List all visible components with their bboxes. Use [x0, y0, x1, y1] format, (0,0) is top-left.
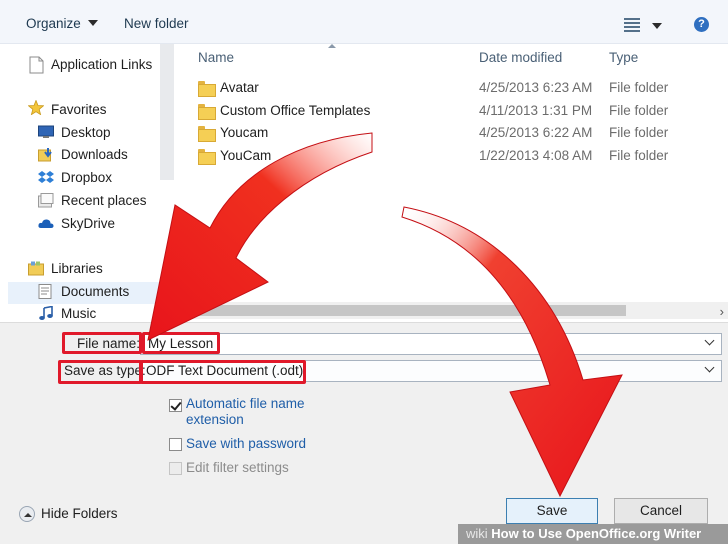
cancel-button[interactable]: Cancel: [614, 498, 708, 524]
column-header-type[interactable]: Type: [609, 50, 638, 65]
auto-extension-label-line1[interactable]: Automatic file name: [186, 396, 305, 411]
scrollbar-thumb[interactable]: [192, 305, 626, 316]
nav-documents[interactable]: Documents: [61, 284, 129, 299]
file-name: YouCam: [220, 148, 272, 163]
sort-ascending-icon: [328, 44, 336, 48]
help-icon[interactable]: ?: [694, 17, 709, 32]
column-header-date[interactable]: Date modified: [479, 50, 562, 65]
chevron-up-icon: [19, 506, 35, 522]
auto-extension-label-line2[interactable]: extension: [186, 412, 244, 427]
folder-icon: [198, 126, 216, 142]
nav-dropbox[interactable]: Dropbox: [61, 170, 112, 185]
nav-favorites[interactable]: Favorites: [51, 102, 107, 117]
desktop-icon: [38, 125, 54, 138]
dropbox-icon: [38, 171, 54, 183]
save-type-label-highlight: [58, 360, 142, 384]
music-icon: [39, 306, 53, 320]
save-button[interactable]: Save: [506, 498, 598, 524]
organize-menu[interactable]: Organize: [26, 16, 98, 31]
file-type: File folder: [609, 103, 669, 118]
chevron-down-icon: [87, 20, 98, 26]
save-type-value-highlight: [140, 360, 306, 384]
nav-skydrive[interactable]: SkyDrive: [61, 216, 115, 231]
libraries-icon: [28, 261, 44, 276]
file-date: 4/25/2013 6:23 AM: [479, 80, 593, 95]
nav-scrollbar[interactable]: [160, 44, 174, 180]
file-type: File folder: [609, 125, 669, 140]
save-form: File name: My Lesson Save as type: ODF T…: [0, 322, 728, 544]
change-view-button[interactable]: [624, 16, 664, 34]
folder-icon: [198, 104, 216, 120]
file-date: 1/22/2013 4:08 AM: [479, 148, 593, 163]
nav-application-links[interactable]: Application Links: [51, 57, 152, 72]
file-row[interactable]: Avatar 4/25/2013 6:23 AM File folder: [196, 79, 728, 101]
file-date: 4/11/2013 1:31 PM: [479, 103, 593, 118]
page-icon: [29, 56, 44, 74]
new-folder-button[interactable]: New folder: [124, 16, 189, 31]
horizontal-scrollbar[interactable]: ›: [182, 302, 728, 319]
navigation-pane: Application Links Favorites Desktop Down…: [0, 44, 175, 322]
watermark: wiki How to Use OpenOffice.org Writer: [458, 524, 728, 544]
save-password-checkbox[interactable]: [169, 438, 182, 451]
nav-recent-places[interactable]: Recent places: [61, 193, 147, 208]
view-list-icon: [624, 18, 640, 32]
nav-libraries[interactable]: Libraries: [51, 261, 103, 276]
column-header-name[interactable]: Name: [198, 50, 234, 65]
file-row[interactable]: YouCam 1/22/2013 4:08 AM File folder: [196, 147, 728, 169]
chevron-down-icon: [652, 23, 662, 29]
edit-filter-checkbox: [169, 462, 182, 475]
file-type: File folder: [609, 80, 669, 95]
toolbar: Organize New folder ?: [0, 0, 728, 44]
file-name-field[interactable]: [140, 333, 722, 355]
auto-extension-checkbox[interactable]: [169, 399, 182, 412]
watermark-text: How to Use OpenOffice.org Writer: [491, 526, 702, 541]
recent-places-icon: [38, 193, 54, 208]
star-icon: [28, 100, 44, 115]
file-name: Custom Office Templates: [220, 103, 371, 118]
folder-icon: [198, 149, 216, 165]
file-name: Youcam: [220, 125, 269, 140]
file-name-label-highlight: [62, 332, 142, 354]
file-type: File folder: [609, 148, 669, 163]
save-password-label[interactable]: Save with password: [186, 436, 306, 451]
organize-label: Organize: [26, 16, 81, 31]
nav-desktop[interactable]: Desktop: [61, 125, 111, 140]
chevron-right-icon[interactable]: ›: [720, 304, 724, 319]
documents-icon: [38, 284, 52, 299]
nav-music[interactable]: Music: [61, 306, 96, 321]
file-row[interactable]: Youcam 4/25/2013 6:22 AM File folder: [196, 124, 728, 146]
file-row[interactable]: Custom Office Templates 4/11/2013 1:31 P…: [196, 102, 728, 124]
downloads-icon: [38, 148, 52, 162]
file-name: Avatar: [220, 80, 259, 95]
edit-filter-label: Edit filter settings: [186, 460, 289, 475]
file-name-value-highlight: [142, 332, 220, 354]
hide-folders-label: Hide Folders: [41, 506, 118, 521]
column-headers: Name Date modified Type: [182, 44, 728, 72]
folder-icon: [198, 81, 216, 97]
nav-downloads[interactable]: Downloads: [61, 147, 128, 162]
watermark-prefix: wiki: [466, 526, 488, 541]
skydrive-icon: [38, 219, 54, 228]
file-date: 4/25/2013 6:22 AM: [479, 125, 593, 140]
